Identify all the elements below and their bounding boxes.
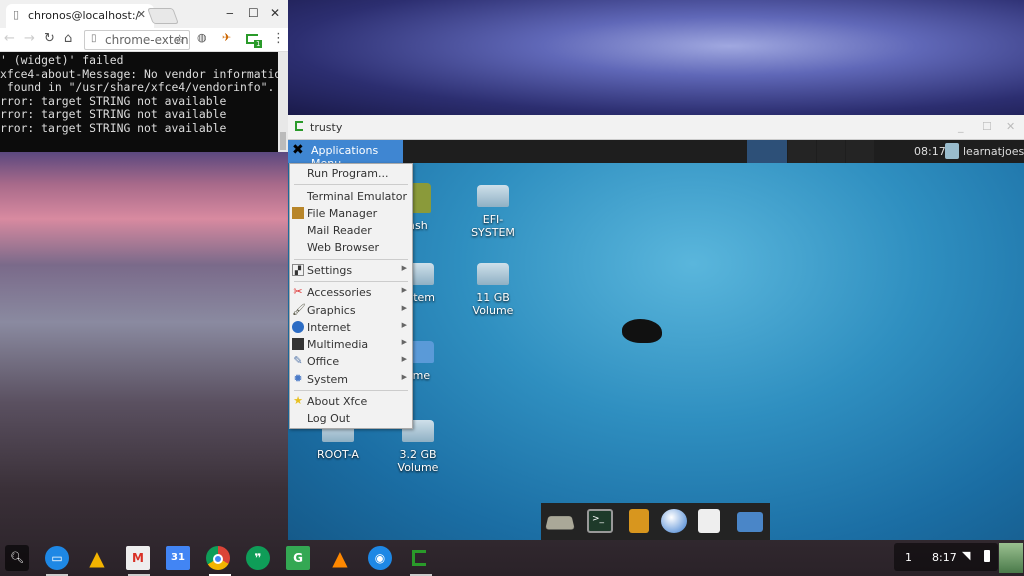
crosh-app-icon[interactable] [412,550,426,566]
user-icon [945,143,959,159]
minimize-icon[interactable]: _ [958,120,964,133]
close-icon[interactable]: ✕ [270,6,280,20]
reload-icon[interactable]: ↻ [44,31,55,46]
file-manager-icon[interactable] [629,509,649,533]
xfce-dock: >_ [541,503,770,540]
extension-badge: 1 [254,40,263,48]
globe-icon [292,321,304,333]
menu-item-office[interactable]: ✎ Office ▶ [290,353,412,370]
menu-item-accessories[interactable]: ✂ Accessories ▶ [290,284,412,301]
workspace-3[interactable] [817,140,845,163]
menu-item-file-manager[interactable]: File Manager [290,205,412,222]
accessories-icon: ✂ [293,285,303,298]
extension-icon[interactable]: ✈ [222,31,231,44]
window-titlebar[interactable]: trusty _ ☐ ✕ [288,115,1024,140]
maps-icon[interactable]: G [286,546,310,570]
panel-user[interactable]: learnatjoes [963,145,1024,158]
gear-icon: ✹ [293,372,303,385]
terminal-scrollbar[interactable] [278,52,288,152]
applications-menu: Run Program... Terminal Emulator File Ma… [289,163,413,429]
file-cabinet-icon [292,207,304,219]
user-avatar[interactable] [999,543,1023,573]
new-tab-button[interactable] [147,8,179,24]
web-browser-icon[interactable] [661,509,687,533]
star-icon: ★ [293,394,303,407]
maximize-icon[interactable]: ☐ [248,6,259,20]
window-title: trusty [310,121,343,134]
menu-item-graphics[interactable]: 🖌 Graphics ▶ [290,302,412,319]
battery-icon [984,550,990,562]
menu-item-web-browser[interactable]: Web Browser [290,239,412,256]
back-icon[interactable]: ← [4,31,15,46]
close-tab-icon[interactable]: ✕ [137,8,146,21]
home-icon[interactable]: ⌂ [64,31,72,46]
tab-title: chronos@localhost:/ [28,9,140,22]
hangouts-icon[interactable]: ❞ [246,546,270,570]
separator [294,281,408,282]
clapper-icon [292,338,304,350]
toolbar: ← → ↻ ⌂ ▯ chrome-exten ☆ ◍ ✈ 1 ⋮ [0,28,288,52]
separator [294,390,408,391]
workspace-2[interactable] [788,140,816,163]
desktop-icon-11gb-volume[interactable]: 11 GB Volume [463,263,523,317]
crosh-extension-icon[interactable]: 1 [246,34,263,48]
applications-menu-button[interactable]: ✖ Applications Menu [288,140,403,170]
menu-item-multimedia[interactable]: Multimedia ▶ [290,336,412,353]
menu-item-settings[interactable]: ▞ Settings ▶ [290,262,412,279]
menu-item-log-out[interactable]: Log Out [290,410,412,427]
menu-item-mail-reader[interactable]: Mail Reader [290,222,412,239]
crosh-icon [295,121,303,131]
menu-item-internet[interactable]: Internet ▶ [290,319,412,336]
address-bar[interactable]: ▯ chrome-exten ☆ [84,30,190,50]
vlc-icon[interactable]: ▲ [328,546,352,570]
menu-item-system[interactable]: ✹ System ▶ [290,371,412,388]
status-area[interactable]: 1 8:17 ◥ [894,543,998,571]
notification-count[interactable]: 1 [905,551,912,564]
separator [294,184,408,185]
shield-extension-icon[interactable]: ◍ [197,31,207,44]
desktop-icon-efi-system[interactable]: EFI-SYSTEM [463,185,523,239]
xfce-panel: ✖ Applications Menu 08:17 learnatjoes [288,140,1024,170]
page-icon: ▯ [13,8,20,21]
bookmark-star-icon[interactable]: ☆ [174,32,185,46]
system-clock: 8:17 [932,551,957,564]
close-icon[interactable]: ✕ [1006,120,1015,133]
menu-icon[interactable]: ⋮ [272,31,285,46]
chrome-window: ▯ chronos@localhost:/ ✕ ‒ ☐ ✕ ← → ↻ ⌂ ▯ … [0,0,288,152]
office-icon: ✎ [293,354,303,367]
tab-terminal[interactable]: ▯ chronos@localhost:/ ✕ [6,4,154,28]
gmail-icon[interactable]: M [126,546,150,570]
wallpaper-sky [288,0,1024,115]
xfce-mouse-icon: ✖ [292,142,304,158]
menu-item-run-program[interactable]: Run Program... [290,165,412,182]
separator [294,259,408,260]
settings-icon: ▞ [292,264,304,276]
brush-icon: 🖌 [292,303,306,316]
minimize-icon[interactable]: ‒ [226,6,234,20]
menu-item-terminal-emulator[interactable]: Terminal Emulator [290,188,412,205]
terminal-icon[interactable]: >_ [587,509,613,533]
workspace-1[interactable] [747,140,787,163]
page-icon: ▯ [91,33,97,44]
show-desktop-icon[interactable] [545,516,575,530]
files-app-icon[interactable]: ▭ [45,546,69,570]
folder-icon[interactable] [737,512,763,532]
xfce-mouse-logo [622,319,662,343]
calendar-icon[interactable]: 31 [166,546,190,570]
chromeos-shelf: 🔍︎ ▭ ▲ M 31 ❞ G ▲ ◉ [0,540,1024,576]
menu-item-about-xfce[interactable]: ★ About Xfce [290,393,412,410]
google-drive-icon[interactable]: ▲ [85,546,109,570]
forward-icon[interactable]: → [24,31,35,46]
workspace-4[interactable] [846,140,874,163]
wifi-icon: ◥ [962,549,971,562]
maximize-icon[interactable]: ☐ [982,120,992,133]
tab-bar: ▯ chronos@localhost:/ ✕ ‒ ☐ ✕ [0,0,288,28]
launcher-search-icon[interactable]: 🔍︎ [5,545,29,571]
camera-icon[interactable]: ◉ [368,546,392,570]
panel-clock[interactable]: 08:17 [914,145,946,158]
chrome-icon[interactable] [206,546,230,570]
app-finder-icon[interactable] [698,509,720,533]
terminal-output[interactable]: ' (widget)' failed xfce4-about-Message: N… [0,52,278,152]
